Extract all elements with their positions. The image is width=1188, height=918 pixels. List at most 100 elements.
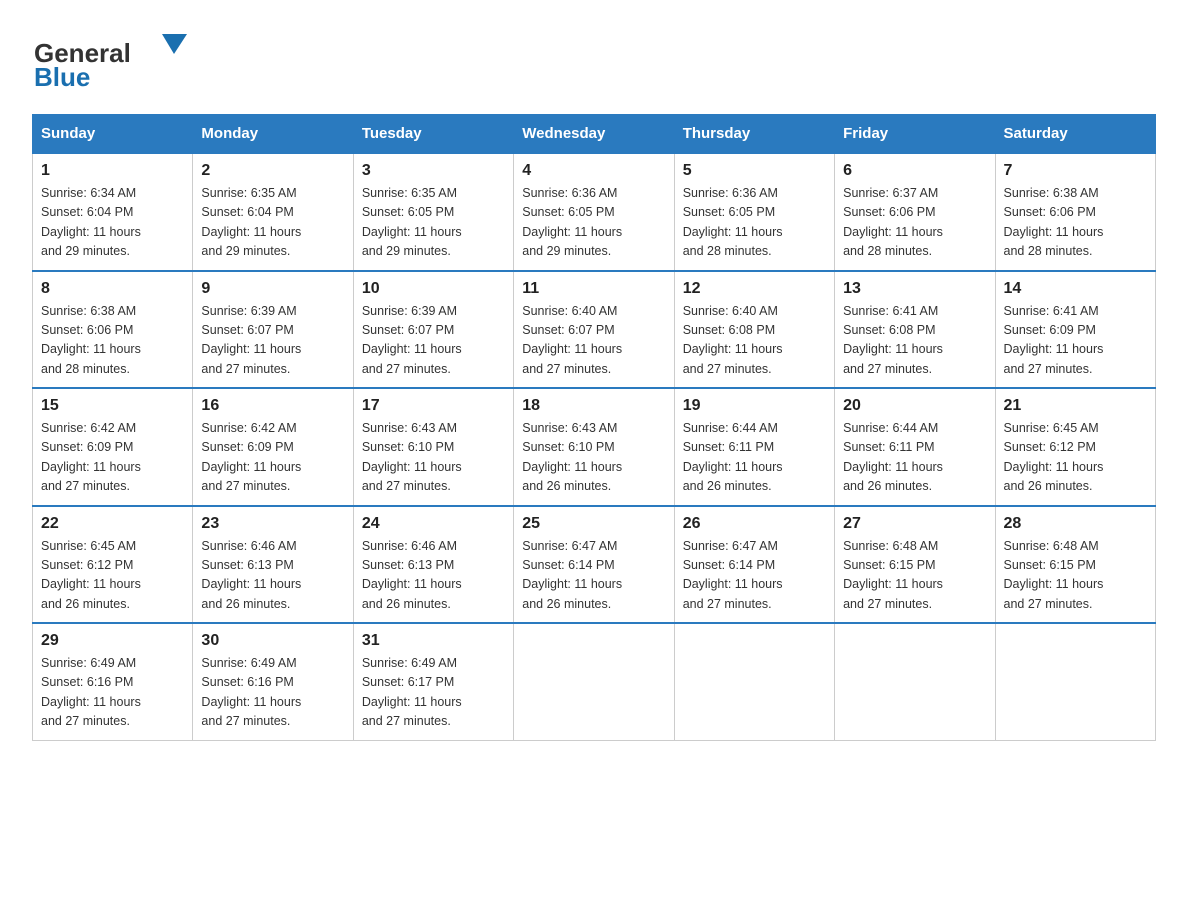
day-number: 13 — [843, 280, 986, 298]
day-info: Sunrise: 6:36 AMSunset: 6:05 PMDaylight:… — [683, 184, 826, 262]
day-cell-12: 12 Sunrise: 6:40 AMSunset: 6:08 PMDayligh… — [674, 271, 834, 389]
header-monday: Monday — [193, 115, 353, 154]
day-number: 27 — [843, 515, 986, 533]
day-number: 30 — [201, 632, 344, 650]
day-number: 11 — [522, 280, 665, 298]
header-wednesday: Wednesday — [514, 115, 674, 154]
day-info: Sunrise: 6:37 AMSunset: 6:06 PMDaylight:… — [843, 184, 986, 262]
empty-cell — [674, 623, 834, 740]
page-header: General Blue — [32, 24, 1156, 94]
day-number: 4 — [522, 162, 665, 180]
day-number: 17 — [362, 397, 505, 415]
empty-cell — [835, 623, 995, 740]
day-info: Sunrise: 6:44 AMSunset: 6:11 PMDaylight:… — [683, 419, 826, 497]
day-number: 20 — [843, 397, 986, 415]
day-info: Sunrise: 6:49 AMSunset: 6:16 PMDaylight:… — [201, 654, 344, 732]
day-number: 7 — [1004, 162, 1147, 180]
day-cell-30: 30 Sunrise: 6:49 AMSunset: 6:16 PMDayligh… — [193, 623, 353, 740]
header-sunday: Sunday — [33, 115, 193, 154]
day-info: Sunrise: 6:49 AMSunset: 6:17 PMDaylight:… — [362, 654, 505, 732]
day-number: 3 — [362, 162, 505, 180]
day-info: Sunrise: 6:45 AMSunset: 6:12 PMDaylight:… — [1004, 419, 1147, 497]
day-info: Sunrise: 6:48 AMSunset: 6:15 PMDaylight:… — [1004, 537, 1147, 615]
day-cell-19: 19Sunrise: 6:44 AMSunset: 6:11 PMDayligh… — [674, 388, 834, 506]
day-cell-22: 22Sunrise: 6:45 AMSunset: 6:12 PMDayligh… — [33, 506, 193, 624]
day-cell-1: 1Sunrise: 6:34 AMSunset: 6:04 PMDaylight… — [33, 153, 193, 271]
day-cell-5: 5 Sunrise: 6:36 AMSunset: 6:05 PMDaylight… — [674, 153, 834, 271]
day-cell-18: 18 Sunrise: 6:43 AMSunset: 6:10 PMDayligh… — [514, 388, 674, 506]
day-info: Sunrise: 6:44 AMSunset: 6:11 PMDaylight:… — [843, 419, 986, 497]
day-cell-10: 10Sunrise: 6:39 AMSunset: 6:07 PMDayligh… — [353, 271, 513, 389]
day-info: Sunrise: 6:41 AMSunset: 6:08 PMDaylight:… — [843, 302, 986, 380]
day-number: 2 — [201, 162, 344, 180]
day-cell-21: 21 Sunrise: 6:45 AMSunset: 6:12 PMDayligh… — [995, 388, 1155, 506]
day-info: Sunrise: 6:43 AMSunset: 6:10 PMDaylight:… — [522, 419, 665, 497]
day-info: Sunrise: 6:49 AMSunset: 6:16 PMDaylight:… — [41, 654, 184, 732]
day-number: 21 — [1004, 397, 1147, 415]
day-number: 29 — [41, 632, 184, 650]
day-cell-27: 27 Sunrise: 6:48 AMSunset: 6:15 PMDayligh… — [835, 506, 995, 624]
day-cell-15: 15 Sunrise: 6:42 AMSunset: 6:09 PMDayligh… — [33, 388, 193, 506]
header-friday: Friday — [835, 115, 995, 154]
day-number: 6 — [843, 162, 986, 180]
day-info: Sunrise: 6:38 AMSunset: 6:06 PMDaylight:… — [41, 302, 184, 380]
day-cell-9: 9 Sunrise: 6:39 AMSunset: 6:07 PMDaylight… — [193, 271, 353, 389]
day-cell-25: 25 Sunrise: 6:47 AMSunset: 6:14 PMDayligh… — [514, 506, 674, 624]
day-info: Sunrise: 6:40 AMSunset: 6:07 PMDaylight:… — [522, 302, 665, 380]
day-info: Sunrise: 6:47 AMSunset: 6:14 PMDaylight:… — [683, 537, 826, 615]
day-number: 15 — [41, 397, 184, 415]
day-cell-20: 20 Sunrise: 6:44 AMSunset: 6:11 PMDayligh… — [835, 388, 995, 506]
day-info: Sunrise: 6:47 AMSunset: 6:14 PMDaylight:… — [522, 537, 665, 615]
day-info: Sunrise: 6:39 AMSunset: 6:07 PMDaylight:… — [201, 302, 344, 380]
day-number: 31 — [362, 632, 505, 650]
week-row-3: 15 Sunrise: 6:42 AMSunset: 6:09 PMDayligh… — [33, 388, 1156, 506]
day-number: 16 — [201, 397, 344, 415]
day-cell-14: 14Sunrise: 6:41 AMSunset: 6:09 PMDayligh… — [995, 271, 1155, 389]
day-cell-3: 3 Sunrise: 6:35 AMSunset: 6:05 PMDaylight… — [353, 153, 513, 271]
day-number: 1 — [41, 162, 184, 180]
day-info: Sunrise: 6:40 AMSunset: 6:08 PMDaylight:… — [683, 302, 826, 380]
week-row-4: 22Sunrise: 6:45 AMSunset: 6:12 PMDayligh… — [33, 506, 1156, 624]
day-number: 25 — [522, 515, 665, 533]
day-number: 23 — [201, 515, 344, 533]
day-number: 26 — [683, 515, 826, 533]
day-info: Sunrise: 6:35 AMSunset: 6:04 PMDaylight:… — [201, 184, 344, 262]
day-cell-23: 23 Sunrise: 6:46 AMSunset: 6:13 PMDayligh… — [193, 506, 353, 624]
day-info: Sunrise: 6:46 AMSunset: 6:13 PMDaylight:… — [201, 537, 344, 615]
header-thursday: Thursday — [674, 115, 834, 154]
day-number: 28 — [1004, 515, 1147, 533]
week-row-1: 1Sunrise: 6:34 AMSunset: 6:04 PMDaylight… — [33, 153, 1156, 271]
day-info: Sunrise: 6:43 AMSunset: 6:10 PMDaylight:… — [362, 419, 505, 497]
day-cell-24: 24Sunrise: 6:46 AMSunset: 6:13 PMDayligh… — [353, 506, 513, 624]
day-cell-8: 8 Sunrise: 6:38 AMSunset: 6:06 PMDaylight… — [33, 271, 193, 389]
day-info: Sunrise: 6:41 AMSunset: 6:09 PMDaylight:… — [1004, 302, 1147, 380]
day-info: Sunrise: 6:42 AMSunset: 6:09 PMDaylight:… — [201, 419, 344, 497]
day-number: 9 — [201, 280, 344, 298]
day-number: 5 — [683, 162, 826, 180]
day-number: 10 — [362, 280, 505, 298]
week-row-5: 29 Sunrise: 6:49 AMSunset: 6:16 PMDayligh… — [33, 623, 1156, 740]
day-info: Sunrise: 6:38 AMSunset: 6:06 PMDaylight:… — [1004, 184, 1147, 262]
day-cell-6: 6 Sunrise: 6:37 AMSunset: 6:06 PMDaylight… — [835, 153, 995, 271]
day-info: Sunrise: 6:45 AMSunset: 6:12 PMDaylight:… — [41, 537, 184, 615]
calendar-table: SundayMondayTuesdayWednesdayThursdayFrid… — [32, 114, 1156, 741]
day-info: Sunrise: 6:35 AMSunset: 6:05 PMDaylight:… — [362, 184, 505, 262]
day-cell-13: 13 Sunrise: 6:41 AMSunset: 6:08 PMDayligh… — [835, 271, 995, 389]
day-info: Sunrise: 6:46 AMSunset: 6:13 PMDaylight:… — [362, 537, 505, 615]
logo: General Blue — [32, 24, 192, 94]
empty-cell — [995, 623, 1155, 740]
day-info: Sunrise: 6:48 AMSunset: 6:15 PMDaylight:… — [843, 537, 986, 615]
header-saturday: Saturday — [995, 115, 1155, 154]
empty-cell — [514, 623, 674, 740]
day-cell-17: 17 Sunrise: 6:43 AMSunset: 6:10 PMDayligh… — [353, 388, 513, 506]
day-number: 8 — [41, 280, 184, 298]
svg-text:Blue: Blue — [34, 62, 90, 92]
day-cell-31: 31 Sunrise: 6:49 AMSunset: 6:17 PMDayligh… — [353, 623, 513, 740]
day-number: 18 — [522, 397, 665, 415]
day-cell-4: 4Sunrise: 6:36 AMSunset: 6:05 PMDaylight… — [514, 153, 674, 271]
day-cell-11: 11 Sunrise: 6:40 AMSunset: 6:07 PMDayligh… — [514, 271, 674, 389]
day-number: 12 — [683, 280, 826, 298]
day-cell-2: 2 Sunrise: 6:35 AMSunset: 6:04 PMDaylight… — [193, 153, 353, 271]
day-info: Sunrise: 6:42 AMSunset: 6:09 PMDaylight:… — [41, 419, 184, 497]
logo-svg: General Blue — [32, 24, 192, 94]
